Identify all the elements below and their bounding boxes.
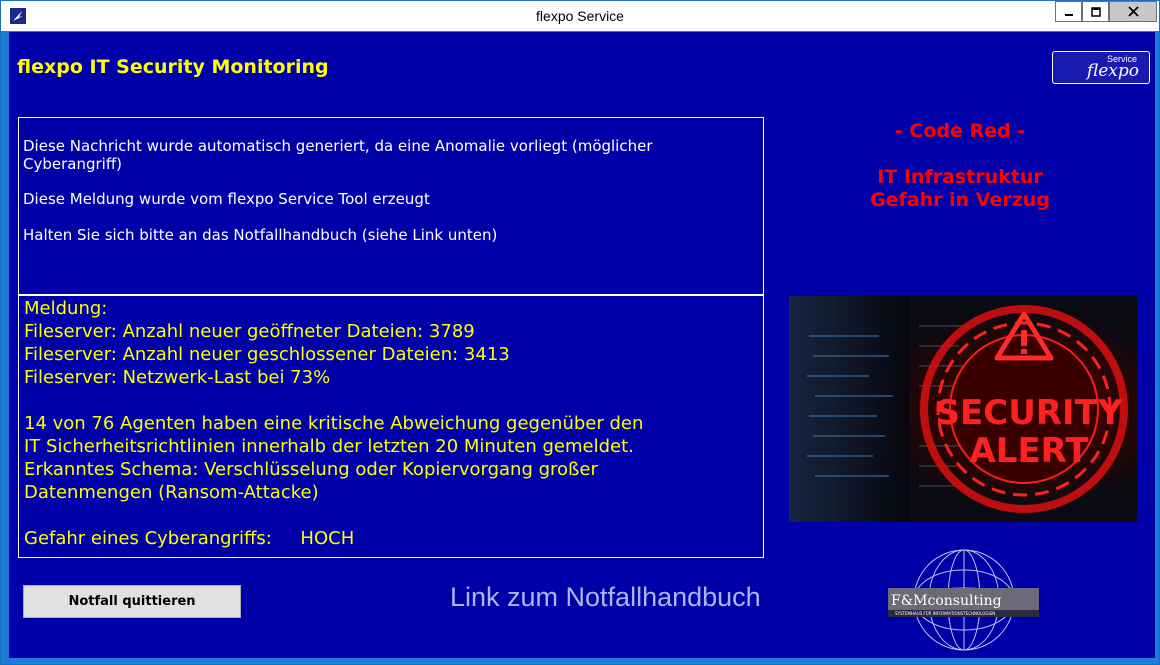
image-text-security: SECURITY: [936, 393, 1123, 433]
report-line: IT Sicherheitsrichtlinien innerhalb der …: [24, 436, 634, 457]
alert-line-1: IT Infrastruktur: [877, 166, 1043, 188]
maximize-icon: [1090, 6, 1101, 17]
image-text-alert: ALERT: [969, 431, 1089, 471]
message-line: Diese Meldung wurde vom flexpo Service T…: [23, 190, 430, 208]
report-line: Meldung:: [24, 298, 108, 319]
app-window: flexpo Service flexpo IT Security Monito…: [0, 0, 1160, 665]
report-line: 14 von 76 Agenten haben eine kritische A…: [24, 413, 644, 434]
title-bar[interactable]: flexpo Service: [1, 1, 1159, 31]
security-alert-image: SECURITY ALERT: [789, 296, 1137, 522]
main-panel: flexpo IT Security Monitoring Service fl…: [9, 32, 1155, 658]
report-line: [24, 504, 643, 527]
page-title: flexpo IT Security Monitoring: [17, 56, 329, 78]
minimize-icon: [1064, 13, 1073, 16]
close-icon: [1127, 6, 1139, 17]
handbook-link[interactable]: Link zum Notfallhandbuch: [450, 582, 761, 613]
report-line: Erkanntes Schema: Verschlüsselung oder K…: [24, 459, 598, 480]
code-red-label: - Code Red -: [894, 120, 1026, 142]
report-line: Fileserver: Anzahl neuer geöffneter Date…: [24, 321, 475, 342]
report-line: Gefahr eines Cyberangriffs: HOCH: [24, 528, 355, 549]
fm-logo-subtext: SYSTEMHAUS FÜR INFORMATIONSTECHNOLOGIEN: [895, 611, 995, 616]
alert-line-2: Gefahr in Verzug: [870, 189, 1050, 211]
message-line: Halten Sie sich bitte an das Notfallhand…: [23, 226, 498, 244]
report-line: Fileserver: Netzwerk-Last bei 73%: [24, 367, 331, 388]
logo-brand-text: flexpo: [1086, 61, 1139, 81]
message-box: Diese Nachricht wurde automatisch generi…: [18, 117, 764, 295]
flexpo-logo: Service flexpo: [1052, 51, 1150, 84]
security-alert-graphic: SECURITY ALERT: [789, 296, 1137, 522]
report-lines: Meldung: Fileserver: Anzahl neuer geöffn…: [24, 297, 643, 550]
report-line: [24, 389, 643, 412]
maximize-button[interactable]: [1082, 1, 1109, 22]
window-title: flexpo Service: [536, 8, 624, 24]
fm-consulting-logo: F&Mconsulting SYSTEMHAUS FÜR INFORMATION…: [886, 548, 1041, 652]
close-button[interactable]: [1109, 1, 1157, 22]
report-box: Meldung: Fileserver: Anzahl neuer geöffn…: [18, 295, 764, 558]
message-line: Diese Nachricht wurde automatisch generi…: [23, 137, 653, 173]
minimize-button[interactable]: [1055, 1, 1082, 22]
acknowledge-button[interactable]: Notfall quittieren: [23, 585, 241, 618]
report-line: Fileserver: Anzahl neuer geschlossener D…: [24, 344, 510, 365]
report-line: Datenmengen (Ransom-Attacke): [24, 482, 319, 503]
fm-logo-text: F&Mconsulting: [891, 593, 1002, 609]
